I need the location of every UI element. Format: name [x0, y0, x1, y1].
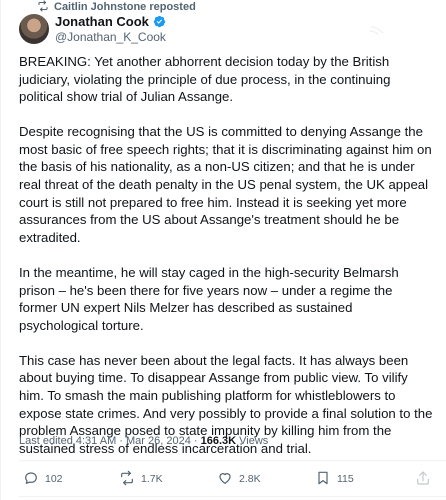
divider: [19, 496, 446, 497]
like-button[interactable]: 2.8K: [217, 468, 261, 490]
verified-badge-icon: [153, 15, 166, 28]
tweet-text: BREAKING: Yet another abhorrent decision…: [19, 53, 433, 475]
reply-count: 102: [45, 473, 63, 485]
bookmark-icon: [315, 470, 331, 489]
views-label: Views: [236, 435, 269, 447]
action-bar: 102 1.7K 2.8K 115: [19, 468, 439, 490]
repost-icon: [37, 0, 49, 15]
tweet-paragraph: BREAKING: Yet another abhorrent decision…: [19, 54, 391, 105]
share-icon: [415, 470, 431, 489]
repost-indicator[interactable]: Caitlin Johnstone reposted: [37, 0, 196, 14]
reply-icon: [23, 470, 39, 489]
repost-button[interactable]: 1.7K: [119, 468, 163, 490]
divider: [19, 460, 446, 461]
bookmark-button[interactable]: 115: [315, 468, 354, 490]
author-handle[interactable]: @Jonathan_K_Cook: [55, 30, 166, 44]
bookmark-count: 115: [337, 473, 354, 485]
tweet-card: Caitlin Johnstone reposted Jonathan Cook…: [0, 0, 446, 500]
tweet-paragraph: Despite recognising that the US is commi…: [19, 124, 432, 245]
repost-label: Caitlin Johnstone reposted: [54, 1, 196, 13]
views-count: 166.3K: [200, 435, 237, 447]
share-button[interactable]: [415, 468, 431, 490]
author-name-row[interactable]: Jonathan Cook: [55, 14, 166, 29]
avatar[interactable]: [19, 14, 49, 44]
last-edited-timestamp[interactable]: Last edited 4:31 AM · Mar 26, 2024 ·: [19, 435, 201, 447]
tweet-meta: Last edited 4:31 AM · Mar 26, 2024 · 166…: [19, 435, 268, 447]
like-count: 2.8K: [239, 473, 261, 485]
repost-icon: [119, 470, 135, 489]
grok-icon: [369, 26, 384, 35]
tweet-paragraph: In the meantime, he will stay caged in t…: [19, 264, 399, 333]
repost-count: 1.7K: [141, 473, 163, 485]
reply-button[interactable]: 102: [23, 468, 63, 490]
heart-icon: [217, 470, 233, 489]
author-name[interactable]: Jonathan Cook: [55, 14, 149, 29]
